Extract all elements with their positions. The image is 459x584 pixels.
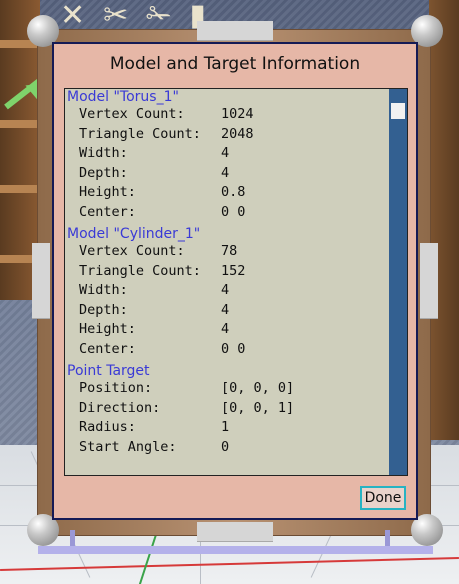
info-row: Depth: 4 [65,301,391,321]
done-button[interactable]: Done [360,486,406,510]
row-key: Triangle Count: [79,125,201,142]
row-value: 4 [221,282,230,298]
section-title-point-target: Point Target [67,363,150,379]
row-value: 0 0 [221,340,246,357]
row-value: 4 [221,164,230,181]
row-key: Position: [79,380,153,396]
row-key: Center: [79,203,136,220]
row-key: Vertex Count: [79,106,185,122]
row-key: Depth: [79,164,128,181]
row-key: Vertex Count: [79,243,185,259]
scrollbar-thumb[interactable] [391,103,405,119]
info-row: Height: 0.8 [65,183,391,203]
info-row: Vertex Count: 1024 [65,105,391,125]
background-shelf-right [429,0,459,440]
row-value: 2048 [221,125,254,142]
row-key: Center: [79,340,136,357]
row-value: [0, 0, 0] [221,380,295,396]
info-row: Width: 4 [65,281,391,301]
section-title-torus: Model "Torus_1" [67,89,179,105]
frame-bottom-handle[interactable] [197,522,273,542]
row-value: 4 [221,145,230,161]
row-value: 78 [221,243,238,259]
section-title-cylinder: Model "Cylinder_1" [67,226,201,242]
vertical-scrollbar[interactable] [389,89,407,475]
row-key: Height: [79,321,136,337]
info-row: Start Angle: 0 [65,438,391,458]
row-key: Depth: [79,301,128,318]
info-row: Position: [0, 0, 0] [65,379,391,399]
row-key: Radius: [79,419,136,435]
row-key: Direction: [79,399,161,416]
info-row: Radius: 1 [65,418,391,438]
frame-right-handle[interactable] [420,243,438,319]
row-key: Start Angle: [79,438,177,455]
info-content: Model "Torus_1" Vertex Count: 1024 Triang… [65,89,391,457]
row-key: Triangle Count: [79,262,201,279]
info-row: Height: 4 [65,320,391,340]
row-value: 4 [221,301,230,318]
row-value: 152 [221,262,246,279]
info-row: Triangle Count: 152 [65,262,391,282]
frame-top-handle[interactable] [197,21,273,41]
row-value: 4 [221,321,230,337]
row-value: [0, 0, 1] [221,399,295,416]
easel-foot-bar [38,546,433,554]
row-value: 1 [221,419,230,435]
info-row: Direction: [0, 0, 1] [65,399,391,419]
info-row: Depth: 4 [65,164,391,184]
info-panel[interactable]: Model "Torus_1" Vertex Count: 1024 Triang… [64,88,408,476]
info-row: Triangle Count: 2048 [65,125,391,145]
row-value: 0.8 [221,184,246,200]
frame-left-handle[interactable] [32,243,50,319]
info-row: Center: 0 0 [65,203,391,223]
row-value: 1024 [221,106,254,122]
row-key: Width: [79,282,128,298]
row-value: 0 [221,438,230,455]
info-row: Center: 0 0 [65,340,391,360]
dialog-title: Model and Target Information [109,54,361,74]
row-value: 0 0 [221,203,246,220]
info-dialog: Model and Target Information Model "Toru… [52,42,418,520]
info-row: Vertex Count: 78 [65,242,391,262]
row-key: Height: [79,184,136,200]
info-row: Width: 4 [65,144,391,164]
row-key: Width: [79,145,128,161]
